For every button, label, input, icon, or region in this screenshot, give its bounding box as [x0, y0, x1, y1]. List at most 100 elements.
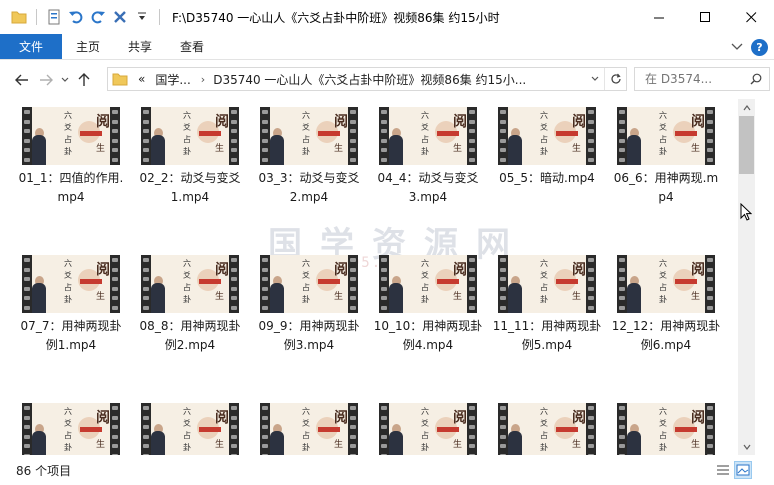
file-item[interactable]: 六爻占卦 阅生 09_9：用神两现卦例3.mp4	[253, 255, 365, 355]
file-item[interactable]: 六爻占卦 阅生 01_1：四值的作用.mp4	[15, 107, 127, 207]
file-item[interactable]: 六爻占卦 阅生 05_5：暗动.mp4	[491, 107, 603, 188]
details-view-icon[interactable]	[714, 461, 732, 479]
file-item[interactable]: 六爻占卦 阅生 07_7：用神两现卦例1.mp4	[15, 255, 127, 355]
file-name[interactable]: 02_2：动爻与变爻1.mp4	[134, 169, 246, 207]
breadcrumb-item[interactable]: 国学...	[155, 71, 190, 88]
refresh-button[interactable]	[604, 68, 626, 90]
file-name[interactable]: 07_7：用神两现卦例1.mp4	[15, 317, 127, 355]
vertical-scrollbar[interactable]	[738, 99, 755, 455]
file-item[interactable]: 六爻占卦 阅生 02_2：动爻与变爻1.mp4	[134, 107, 246, 207]
address-history-chevron-icon[interactable]	[586, 68, 604, 90]
film-strip-edge	[586, 107, 596, 165]
video-thumbnail[interactable]: 六爻占卦 阅生	[379, 403, 477, 455]
properties-icon[interactable]	[43, 6, 65, 28]
thumbnail-char: 卦	[659, 295, 667, 304]
thumbnail-char: 卦	[64, 443, 72, 452]
video-thumbnail[interactable]: 六爻占卦 阅生	[22, 255, 120, 313]
scroll-down-icon[interactable]	[738, 438, 755, 455]
folder-icon[interactable]	[8, 6, 30, 28]
file-item[interactable]: 六爻占卦 阅生	[491, 403, 603, 455]
video-thumbnail[interactable]: 六爻占卦 阅生	[617, 107, 715, 165]
help-icon[interactable]: ?	[751, 38, 768, 56]
breadcrumb-overflow[interactable]: «	[138, 72, 145, 86]
video-thumbnail[interactable]: 六爻占卦 阅生	[141, 403, 239, 455]
tab-share[interactable]: 共享	[114, 34, 166, 59]
thumbnail-char: 六	[302, 407, 310, 416]
search-icon[interactable]	[745, 73, 767, 85]
undo-icon[interactable]	[65, 6, 87, 28]
thumbnail-char: 卦	[64, 295, 72, 304]
ribbon-tabs: 文件 主页 共享 查看 ?	[0, 34, 774, 60]
breadcrumb-separator-icon[interactable]: ›	[201, 73, 205, 86]
file-item[interactable]: 六爻占卦 阅生 10_10：用神两现卦例4.mp4	[372, 255, 484, 355]
delete-icon[interactable]	[109, 6, 131, 28]
minimize-button[interactable]	[636, 0, 682, 34]
tab-file[interactable]: 文件	[0, 34, 62, 59]
thumbnail-calligraphy: 阅	[96, 410, 110, 426]
file-name[interactable]: 11_11：用神两现卦例5.mp4	[491, 317, 603, 355]
recent-locations-chevron-icon[interactable]	[58, 68, 72, 92]
file-item[interactable]: 六爻占卦 阅生 03_3：动爻与变爻2.mp4	[253, 107, 365, 207]
tab-home[interactable]: 主页	[62, 34, 114, 59]
thumbnail-stamp	[437, 131, 459, 136]
close-button[interactable]	[728, 0, 774, 34]
file-name[interactable]: 09_9：用神两现卦例3.mp4	[253, 317, 365, 355]
video-thumbnail[interactable]: 六爻占卦 阅生	[498, 403, 596, 455]
file-name[interactable]: 10_10：用神两现卦例4.mp4	[372, 317, 484, 355]
customize-toolbar-chevron-icon[interactable]	[131, 6, 153, 28]
thumbnail-calligraphy: 生	[572, 292, 582, 302]
scroll-up-icon[interactable]	[738, 99, 755, 116]
video-thumbnail[interactable]: 六爻占卦 阅生	[22, 403, 120, 455]
file-item[interactable]: 六爻占卦 阅生	[610, 403, 722, 455]
video-frame: 六爻占卦 阅生	[151, 255, 229, 313]
up-button[interactable]	[72, 68, 96, 92]
file-item[interactable]: 六爻占卦 阅生 11_11：用神两现卦例5.mp4	[491, 255, 603, 355]
file-name[interactable]: 06_6：用神两现.mp4	[610, 169, 722, 207]
file-item[interactable]: 六爻占卦 阅生 12_12：用神两现卦例6.mp4	[610, 255, 722, 355]
thumbnail-char: 占	[540, 283, 548, 292]
back-button[interactable]	[10, 68, 34, 92]
video-thumbnail[interactable]: 六爻占卦 阅生	[498, 107, 596, 165]
file-name[interactable]: 04_4：动爻与变爻3.mp4	[372, 169, 484, 207]
video-thumbnail[interactable]: 六爻占卦 阅生	[498, 255, 596, 313]
video-thumbnail[interactable]: 六爻占卦 阅生	[617, 255, 715, 313]
file-item[interactable]: 六爻占卦 阅生	[253, 403, 365, 455]
thumbnail-calligraphy: 生	[453, 292, 463, 302]
address-bar[interactable]: « 国学... › D35740 一心山人《六爻占卦中阶班》视频86集 约15小…	[107, 67, 627, 91]
forward-button[interactable]	[34, 68, 58, 92]
video-thumbnail[interactable]: 六爻占卦 阅生	[141, 255, 239, 313]
search-input[interactable]	[635, 69, 745, 89]
video-thumbnail[interactable]: 六爻占卦 阅生	[379, 107, 477, 165]
file-name[interactable]: 05_5：暗动.mp4	[491, 169, 603, 188]
video-thumbnail[interactable]: 六爻占卦 阅生	[260, 403, 358, 455]
file-item[interactable]: 六爻占卦 阅生	[372, 403, 484, 455]
file-item[interactable]: 六爻占卦 阅生 08_8：用神两现卦例2.mp4	[134, 255, 246, 355]
file-name[interactable]: 01_1：四值的作用.mp4	[15, 169, 127, 207]
file-name[interactable]: 08_8：用神两现卦例2.mp4	[134, 317, 246, 355]
video-thumbnail[interactable]: 六爻占卦 阅生	[260, 107, 358, 165]
expand-ribbon-chevron-icon[interactable]	[731, 40, 743, 54]
maximize-button[interactable]	[682, 0, 728, 34]
file-name[interactable]: 03_3：动爻与变爻2.mp4	[253, 169, 365, 207]
search-box[interactable]	[634, 67, 770, 91]
file-item[interactable]: 六爻占卦 阅生	[15, 403, 127, 455]
video-thumbnail[interactable]: 六爻占卦 阅生	[141, 107, 239, 165]
film-strip-edge	[498, 255, 508, 313]
file-item[interactable]: 六爻占卦 阅生	[134, 403, 246, 455]
thumbnail-title: 六爻占卦	[657, 406, 669, 454]
redo-icon[interactable]	[87, 6, 109, 28]
video-thumbnail[interactable]: 六爻占卦 阅生	[260, 255, 358, 313]
video-thumbnail[interactable]: 六爻占卦 阅生	[617, 403, 715, 455]
video-thumbnail[interactable]: 六爻占卦 阅生	[379, 255, 477, 313]
video-thumbnail[interactable]: 六爻占卦 阅生	[22, 107, 120, 165]
scrollbar-thumb[interactable]	[739, 116, 754, 174]
film-strip-edge	[348, 107, 358, 165]
thumbnail-calligraphy: 阅	[572, 114, 586, 130]
tab-view[interactable]: 查看	[166, 34, 218, 59]
breadcrumb-item[interactable]: D35740 一心山人《六爻占卦中阶班》视频86集 约15小...	[213, 71, 526, 88]
file-item[interactable]: 六爻占卦 阅生 06_6：用神两现.mp4	[610, 107, 722, 207]
large-icons-view-icon[interactable]	[734, 461, 752, 479]
thumbnail-title: 六爻占卦	[657, 110, 669, 158]
file-item[interactable]: 六爻占卦 阅生 04_4：动爻与变爻3.mp4	[372, 107, 484, 207]
file-name[interactable]: 12_12：用神两现卦例6.mp4	[610, 317, 722, 355]
